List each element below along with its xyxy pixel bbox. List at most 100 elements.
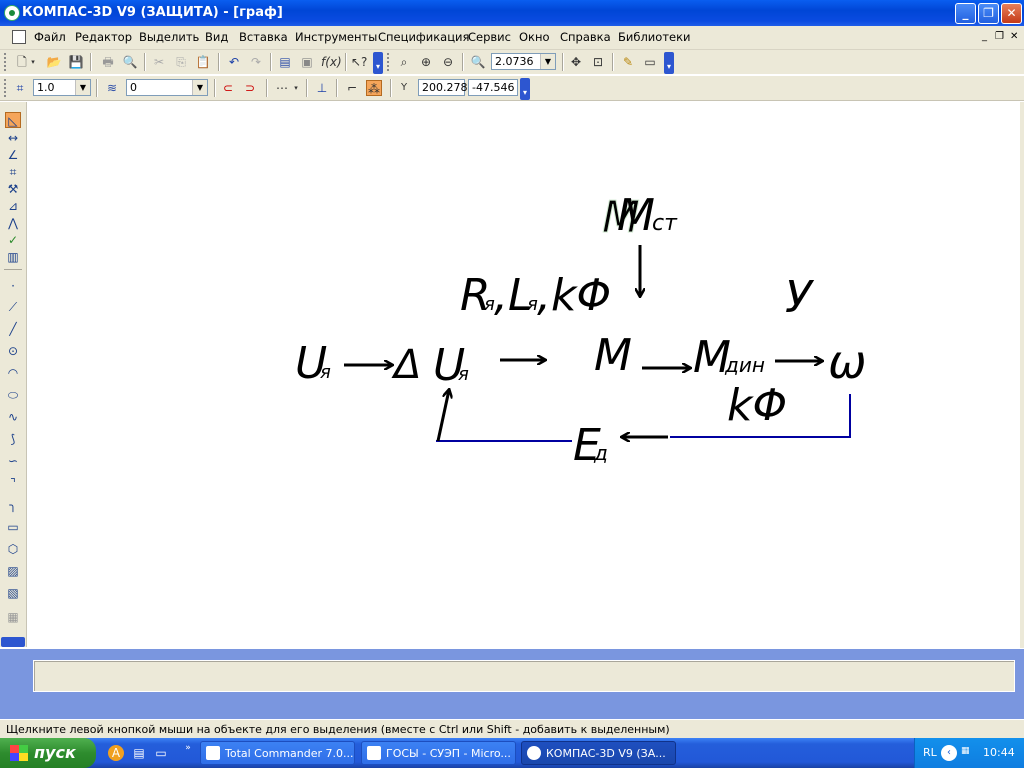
toolbar-grip[interactable]	[4, 79, 9, 97]
open-folder-icon[interactable]: 📂	[46, 54, 62, 70]
redo-icon[interactable]: ↷	[248, 54, 264, 70]
snap-toggle-icon[interactable]: ⁂	[366, 80, 382, 96]
menu-file[interactable]: Файл	[34, 30, 66, 44]
maximize-button[interactable]: ❐	[978, 3, 999, 24]
editing-icon[interactable]: ⌗	[5, 164, 21, 180]
minimize-button[interactable]: _	[955, 3, 976, 24]
close-button[interactable]: ✕	[1001, 3, 1022, 24]
grid-dropdown-icon[interactable]: ▾	[292, 80, 300, 96]
language-indicator[interactable]: RL	[923, 746, 937, 759]
toolbar-options-icon[interactable]: ▾	[520, 78, 530, 100]
help-pointer-icon[interactable]: ↖?	[351, 54, 367, 70]
zoom-window-icon[interactable]: ⌕	[396, 54, 412, 70]
menu-window[interactable]: Окно	[519, 30, 550, 44]
rectangle-icon[interactable]: ▭	[5, 519, 21, 535]
equidistant-icon[interactable]: ▧	[5, 585, 21, 601]
task-kompas[interactable]: КОМПАС-3D V9 (ЗА...	[521, 741, 676, 765]
pan-icon[interactable]: ✥	[568, 54, 584, 70]
chevron-down-icon[interactable]: ▼	[540, 54, 555, 69]
menu-edit[interactable]: Редактор	[75, 30, 132, 44]
chevron-down-icon[interactable]: ▼	[192, 80, 207, 95]
zoom-scale-icon[interactable]: 🔍	[470, 54, 486, 70]
menu-insert[interactable]: Вставка	[239, 30, 288, 44]
manager-icon[interactable]: ▤	[277, 54, 293, 70]
coord-y-field[interactable]: -47.546	[468, 79, 518, 96]
arc-icon[interactable]: ◠	[5, 365, 21, 381]
circle-icon[interactable]: ⊙	[5, 343, 21, 359]
mdi-close-button[interactable]: ✕	[1010, 31, 1018, 42]
kompas-app-icon[interactable]	[4, 5, 20, 21]
snap-settings-icon[interactable]: ⊃	[242, 80, 258, 96]
menu-select[interactable]: Выделить	[139, 30, 199, 44]
quicklaunch-a-icon[interactable]: A	[108, 745, 124, 761]
chevron-down-icon[interactable]: ▼	[75, 80, 90, 95]
selection-icon[interactable]: ⋀	[5, 215, 21, 231]
show-all-icon[interactable]: ⊡	[590, 54, 606, 70]
paste-icon[interactable]: 📋	[195, 54, 211, 70]
menu-tools[interactable]: Инструменты	[295, 30, 377, 44]
menu-help[interactable]: Справка	[560, 30, 611, 44]
auxiliary-line-icon[interactable]: ⟋	[5, 299, 21, 315]
undo-icon[interactable]: ↶	[226, 54, 242, 70]
layer-field[interactable]: 0 ▼	[126, 79, 208, 96]
print-icon[interactable]: 🖶	[100, 54, 116, 70]
spec-icon[interactable]: ✓	[5, 232, 21, 248]
line-scale-field[interactable]: 1.0 ▼	[33, 79, 91, 96]
ellipse-icon[interactable]: ⬭	[5, 387, 21, 403]
cut-icon[interactable]: ✂	[151, 54, 167, 70]
mdi-restore-button[interactable]: ❐	[995, 31, 1004, 42]
toolbar-grip[interactable]	[4, 53, 9, 71]
toolbar-options-icon[interactable]: ▾	[664, 52, 674, 74]
new-document-icon[interactable]: 🗋	[14, 54, 30, 70]
new-dropdown-icon[interactable]: ▾	[29, 54, 37, 70]
display-icon[interactable]: ▭	[642, 54, 658, 70]
symbols-icon[interactable]: ∠	[5, 147, 21, 163]
copy-icon[interactable]: ⎘	[173, 54, 189, 70]
task-total-commander[interactable]: Total Commander 7.0...	[200, 741, 355, 765]
layers-icon[interactable]: ≋	[104, 80, 120, 96]
reports-icon[interactable]: ▥	[5, 249, 21, 265]
fillet-icon[interactable]: ╮	[5, 497, 21, 513]
quicklaunch-desktop-icon[interactable]: ▭	[153, 745, 169, 761]
task-word[interactable]: ГОСЫ - СУЭП - Micro...	[361, 741, 516, 765]
properties-icon[interactable]: ▣	[299, 54, 315, 70]
chamfer-icon[interactable]: ⌝	[5, 475, 21, 491]
polygon-icon[interactable]: ⬡	[5, 541, 21, 557]
local-cs-icon[interactable]: ⌗	[12, 80, 28, 96]
toolbar-options-icon[interactable]	[1, 637, 25, 647]
variables-fx-icon[interactable]: f(x)	[321, 54, 342, 70]
quicklaunch-app-icon[interactable]: ▤	[131, 745, 147, 761]
quicklaunch-more-icon[interactable]: »	[180, 740, 196, 756]
tray-app-icon[interactable]: ▦	[961, 746, 975, 760]
print-preview-icon[interactable]: 🔍	[122, 54, 138, 70]
redraw-icon[interactable]: ✎	[620, 54, 636, 70]
parametrization-icon[interactable]: ⚒	[5, 181, 21, 197]
geometry-icon[interactable]: ◺	[5, 112, 21, 128]
segment-icon[interactable]: ╱	[5, 321, 21, 337]
vertical-scrollbar[interactable]	[1020, 102, 1024, 648]
menu-specification[interactable]: Спецификация	[378, 30, 469, 44]
zoom-out-icon[interactable]: ⊖	[440, 54, 456, 70]
bezier-icon[interactable]: ∽	[5, 453, 21, 469]
start-button[interactable]: пуск	[0, 738, 96, 768]
coord-x-field[interactable]: 200.278	[418, 79, 468, 96]
toolbar-options-icon[interactable]: ▾	[373, 52, 383, 74]
toolbar-grip[interactable]	[387, 53, 392, 71]
show-hidden-icons-icon[interactable]: ‹	[941, 745, 957, 761]
spline-icon[interactable]: ∿	[5, 409, 21, 425]
ortho-icon[interactable]: ⊥	[314, 80, 330, 96]
mdi-minimize-button[interactable]: _	[982, 31, 987, 42]
grid-icon[interactable]: ⋯	[274, 80, 290, 96]
menu-service[interactable]: Сервис	[468, 30, 511, 44]
snap-magnet-icon[interactable]: ⊂	[220, 80, 236, 96]
menu-libraries[interactable]: Библиотеки	[618, 30, 691, 44]
zoom-scale-field[interactable]: 2.0736 ▼	[491, 53, 556, 70]
menu-view[interactable]: Вид	[205, 30, 228, 44]
round-icon[interactable]: ⌐	[344, 80, 360, 96]
save-icon[interactable]: 💾	[68, 54, 84, 70]
point-icon[interactable]: ·	[5, 278, 21, 294]
measurements-icon[interactable]: ⊿	[5, 198, 21, 214]
polyline-icon[interactable]: ⟆	[5, 431, 21, 447]
hatch-icon[interactable]: ▨	[5, 563, 21, 579]
dimensions-icon[interactable]: ↔	[5, 130, 21, 146]
